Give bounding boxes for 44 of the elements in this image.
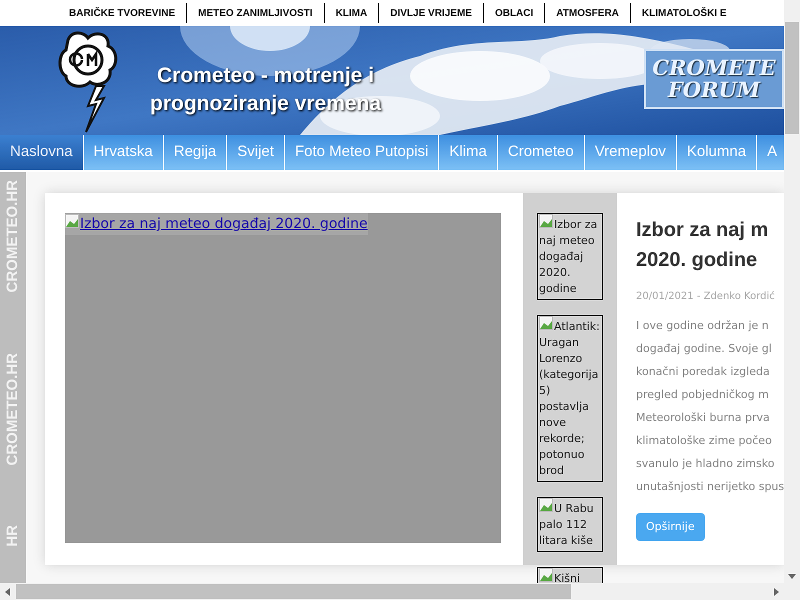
article-meta: 20/01/2021 - Zdenko Kordić bbox=[636, 290, 776, 304]
article-title: 2020. godine bbox=[636, 248, 758, 273]
article-text: unutašnjosti nerijetko spus bbox=[636, 479, 784, 495]
nav-tab[interactable]: Foto Meteo Putopisi bbox=[284, 135, 438, 170]
top-link[interactable]: KLIMATOLOŠKI E bbox=[630, 6, 738, 20]
nav-tab[interactable]: A bbox=[757, 135, 784, 170]
thumbnail-link[interactable]: U Rabu palo 112 litara kiše bbox=[537, 497, 603, 552]
nav-tab[interactable]: Vremeplov bbox=[584, 135, 676, 170]
nav-tab[interactable]: Crometeo bbox=[498, 135, 584, 170]
top-link[interactable]: KLIMA bbox=[324, 6, 378, 20]
broken-image-icon bbox=[65, 214, 79, 228]
scrollbar-thumb[interactable] bbox=[16, 584, 571, 599]
nav-tab[interactable]: Kolumna bbox=[676, 135, 756, 170]
read-more-button[interactable]: Opširnije bbox=[636, 513, 705, 541]
horizontal-scrollbar[interactable] bbox=[0, 583, 800, 600]
article-text: klimatološke zime počeo bbox=[636, 433, 773, 449]
top-link[interactable]: OBLACI bbox=[484, 6, 544, 20]
nav-tab[interactable]: Regija bbox=[164, 135, 226, 170]
thumbnail-link[interactable]: Izbor za naj meteo događaj 2020. godine bbox=[537, 213, 603, 300]
article-title: Izbor za naj m bbox=[636, 218, 770, 243]
thumbnail-link[interactable]: Atlantik: Uragan Lorenzo (kategorija 5) postavlja nove rekorde; potonuo brod bbox=[537, 315, 603, 482]
broken-image-icon bbox=[539, 316, 553, 330]
featured-image-link[interactable]: Izbor za naj meteo događaj 2020. godine bbox=[65, 213, 368, 235]
broken-image-icon bbox=[539, 498, 553, 512]
scrollbar-thumb[interactable] bbox=[785, 22, 799, 134]
top-link[interactable]: METEO ZANIMLJIVOSTI bbox=[187, 6, 324, 20]
article-text: pregled pobjedničkog m bbox=[636, 387, 770, 403]
vertical-scrollbar[interactable] bbox=[784, 0, 800, 583]
broken-image-icon bbox=[539, 214, 553, 228]
nav-tab[interactable]: Klima bbox=[439, 135, 497, 170]
nav-tab[interactable]: Hrvatska bbox=[84, 135, 163, 170]
nav-tab[interactable]: Svijet bbox=[227, 135, 284, 170]
top-link[interactable]: ATMOSFERA bbox=[545, 6, 630, 20]
nav-tab[interactable]: Naslovna bbox=[0, 135, 83, 170]
forum-banner[interactable]: CROMETE FORUM bbox=[644, 49, 784, 109]
article-text: svanulo je hladno zimsko bbox=[636, 456, 776, 472]
lightning-cloud-logo-icon bbox=[58, 30, 120, 134]
article-text: Meteorološki burna prva bbox=[636, 410, 771, 426]
article-text: događaj godine. Svoje gl bbox=[636, 341, 773, 357]
article-text: I ove godine održan je n bbox=[636, 318, 770, 334]
top-link[interactable]: BARIČKE TVOREVINE bbox=[58, 6, 186, 20]
article-text: konačni poredak izgleda bbox=[636, 364, 771, 380]
top-link[interactable]: DIVLJE VRIJEME bbox=[379, 6, 483, 20]
thumbnail-link[interactable]: Kišni bbox=[537, 567, 603, 583]
